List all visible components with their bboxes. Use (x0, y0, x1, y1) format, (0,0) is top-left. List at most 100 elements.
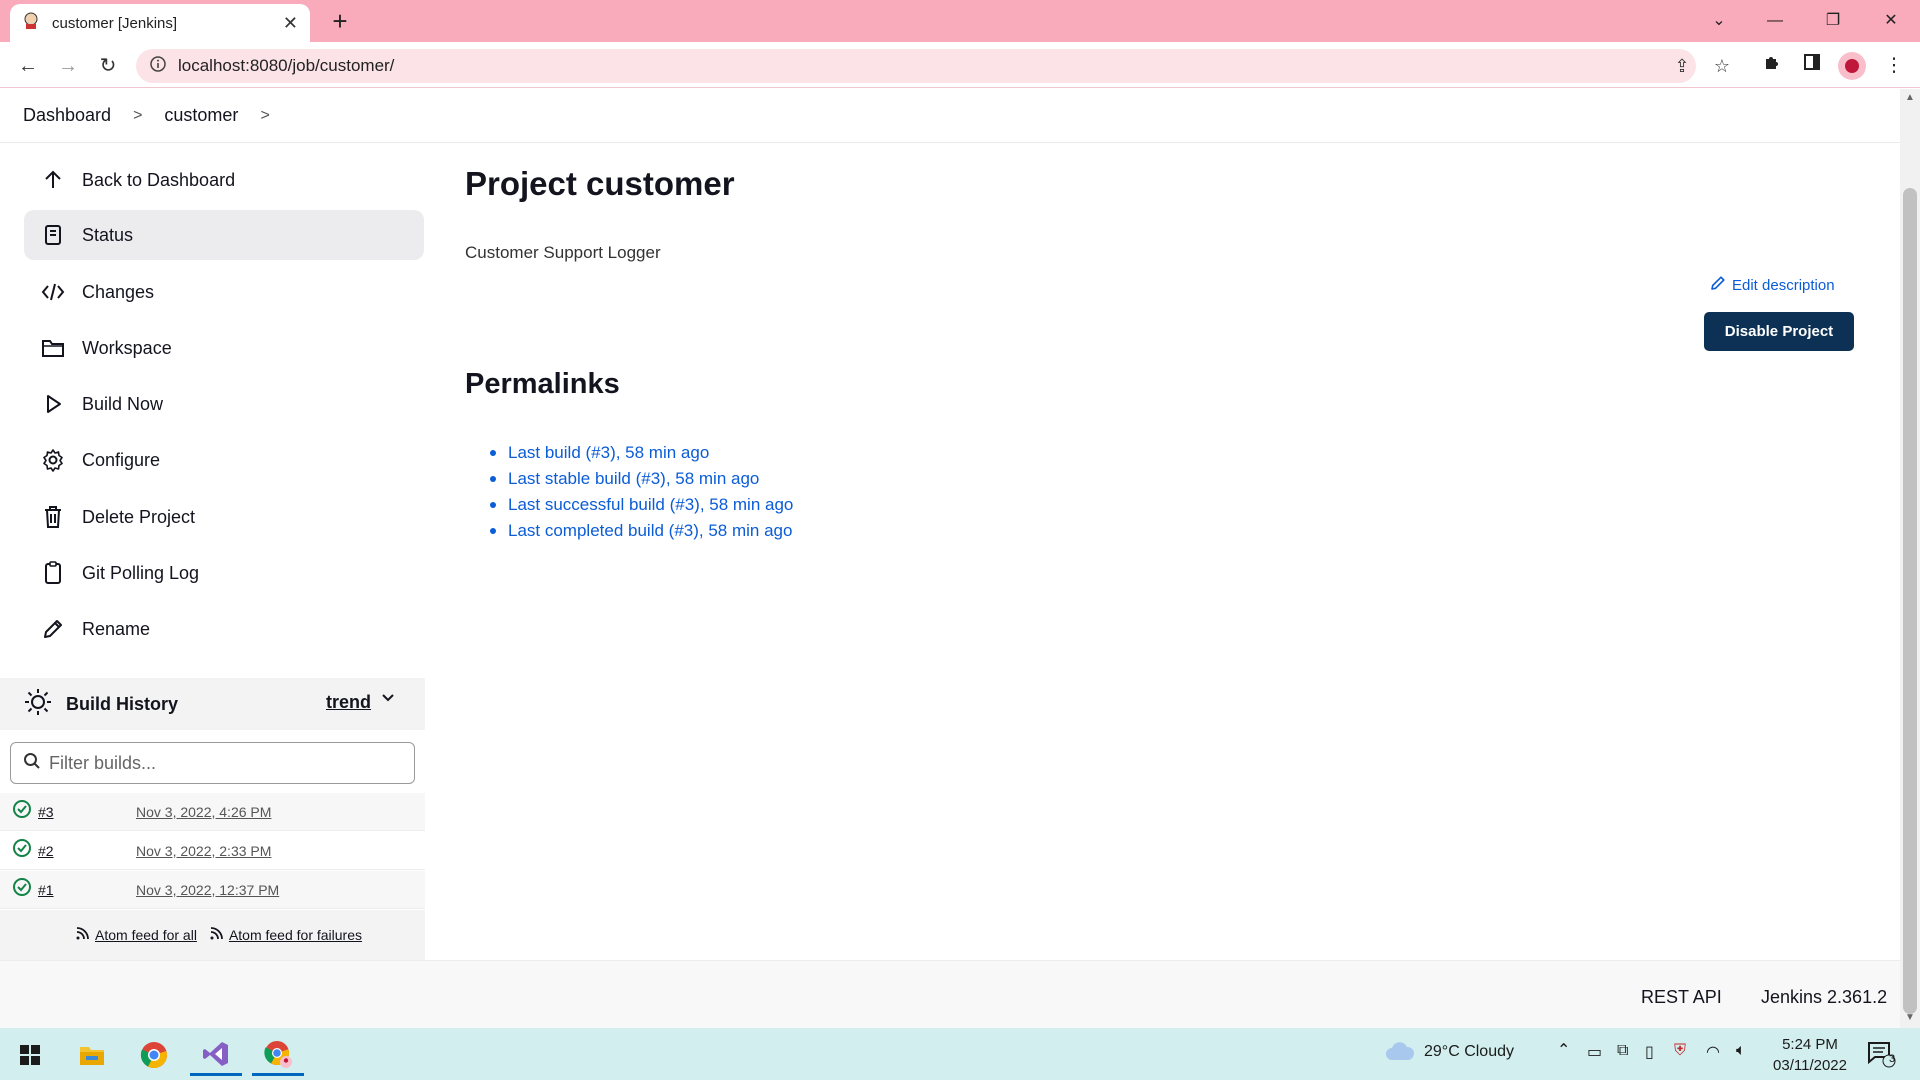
play-icon (40, 391, 66, 417)
sidebar-item-delete-project[interactable]: Delete Project (24, 492, 424, 542)
clock-date: 03/11/2022 (1773, 1057, 1847, 1074)
sidebar-item-status[interactable]: Status (24, 210, 424, 260)
filter-builds-field[interactable] (10, 742, 415, 784)
scrollbar-thumb[interactable] (1903, 188, 1917, 1014)
bookmark-star-icon[interactable]: ☆ (1708, 52, 1736, 80)
jenkins-version-link[interactable]: Jenkins 2.361.2 (1761, 987, 1887, 1008)
address-bar[interactable]: localhost:8080/job/customer/ (136, 49, 1696, 83)
build-number-link[interactable]: #2 (38, 843, 128, 859)
scroll-up-arrow-icon[interactable]: ▲ (1900, 92, 1920, 108)
sidebar-item-label: Configure (82, 449, 161, 470)
build-number-link[interactable]: #3 (38, 804, 128, 820)
breadcrumb: Dashboard > customer > (0, 89, 1900, 143)
edit-description-link[interactable]: Edit description (1710, 275, 1835, 295)
breadcrumb-dashboard[interactable]: Dashboard (23, 105, 111, 126)
sidebar-item-configure[interactable]: Configure (24, 435, 424, 485)
gear-icon (40, 447, 66, 473)
side-panel-icon[interactable] (1796, 50, 1828, 82)
build-row[interactable]: #1 Nov 3, 2022, 12:37 PM (0, 871, 425, 909)
jenkins-favicon-icon (22, 12, 40, 35)
rss-feed-icon (75, 925, 91, 945)
sidebar-item-label: Rename (82, 618, 151, 639)
reload-icon[interactable]: ↻ (92, 50, 124, 82)
pencil-icon (1710, 275, 1726, 295)
sidebar-item-label: Delete Project (82, 506, 196, 527)
tab-title: customer [Jenkins] (52, 14, 178, 32)
sidebar-item-changes[interactable]: Changes (24, 267, 424, 317)
clock-time: 5:24 PM (1782, 1036, 1838, 1053)
security-shield-icon[interactable]: ⛨ (1674, 1042, 1686, 1060)
build-row[interactable]: #2 Nov 3, 2022, 2:33 PM (0, 832, 425, 870)
build-date-link[interactable]: Nov 3, 2022, 4:26 PM (136, 804, 271, 820)
permalink-last-stable-build[interactable]: Last stable build (#3), 58 min ago (490, 466, 793, 492)
weather-cloud-icon[interactable] (1384, 1040, 1416, 1067)
chrome-icon[interactable] (128, 1034, 180, 1076)
permalink-last-successful-build[interactable]: Last successful build (#3), 58 min ago (490, 492, 793, 518)
tab-close-icon[interactable]: ✕ (283, 13, 298, 34)
pencil-icon (40, 616, 66, 642)
browser-tab[interactable]: customer [Jenkins] ✕ (10, 4, 310, 42)
sidebar-item-workspace[interactable]: Workspace (24, 323, 424, 373)
site-info-icon[interactable] (150, 55, 166, 77)
trend-link[interactable]: trend (326, 692, 371, 713)
chevron-right-icon[interactable]: > (260, 107, 269, 125)
build-date-link[interactable]: Nov 3, 2022, 2:33 PM (136, 843, 271, 859)
sidebar-item-label: Build Now (82, 393, 164, 414)
close-window-button[interactable]: ✕ (1868, 6, 1914, 36)
sidebar-item-label: Git Polling Log (82, 562, 200, 583)
volume-icon[interactable]: 🔈︎ (1736, 1042, 1746, 1060)
sidebar-item-label: Back to Dashboard (82, 169, 236, 190)
sidebar-item-rename[interactable]: Rename (24, 604, 424, 654)
minimize-button[interactable]: — (1752, 6, 1798, 36)
build-date-link[interactable]: Nov 3, 2022, 12:37 PM (136, 882, 279, 898)
profile-avatar[interactable] (1838, 52, 1866, 80)
usb-device-icon[interactable]: ▯ (1645, 1042, 1654, 1062)
sidebar-item-label: Changes (82, 281, 155, 302)
sidebar-item-label: Workspace (82, 337, 172, 358)
success-check-icon (12, 877, 32, 902)
sidebar-item-build-now[interactable]: Build Now (24, 379, 424, 429)
wifi-icon[interactable]: ◠ (1706, 1042, 1720, 1062)
permalink-last-completed-build[interactable]: Last completed build (#3), 58 min ago (490, 518, 793, 544)
permalinks-list: Last build (#3), 58 min ago Last stable … (490, 440, 793, 544)
permalink-last-build[interactable]: Last build (#3), 58 min ago (490, 440, 793, 466)
chevron-down-icon[interactable] (380, 690, 396, 711)
arrow-up-icon (40, 167, 66, 193)
system-clock[interactable]: 5:24 PM 03/11/2022 (1768, 1034, 1852, 1076)
atom-feed-failures-link[interactable]: Atom feed for failures (229, 927, 362, 943)
scroll-down-arrow-icon[interactable]: ▼ (1900, 1012, 1920, 1028)
sidebar-item-git-polling-log[interactable]: Git Polling Log (24, 548, 424, 598)
weather-text[interactable]: 29°C Cloudy (1424, 1043, 1514, 1061)
breadcrumb-customer[interactable]: customer (164, 105, 238, 126)
new-tab-button[interactable]: + (325, 6, 355, 36)
tab-search-icon[interactable]: ⌄ (1696, 6, 1742, 36)
meet-now-icon[interactable]: ⧉ (1617, 1042, 1628, 1060)
browser-menu-icon[interactable]: ⋮ (1878, 50, 1910, 82)
disable-project-button[interactable]: Disable Project (1704, 312, 1854, 351)
extensions-puzzle-icon[interactable] (1756, 50, 1788, 82)
share-icon[interactable]: ⇪ (1668, 52, 1696, 80)
filter-builds-input[interactable] (49, 752, 389, 774)
rest-api-link[interactable]: REST API (1641, 987, 1722, 1008)
build-number-link[interactable]: #1 (38, 882, 128, 898)
forward-arrow-icon[interactable]: → (52, 50, 84, 82)
atom-feed-all-link[interactable]: Atom feed for all (95, 927, 197, 943)
chevron-right-icon[interactable]: > (133, 107, 142, 125)
permalinks-heading: Permalinks (465, 368, 620, 400)
sidebar-item-back-to-dashboard[interactable]: Back to Dashboard (24, 155, 424, 205)
folder-icon (40, 335, 66, 361)
windows-start-icon[interactable] (4, 1034, 56, 1076)
notification-center-icon[interactable]: 3 (1866, 1040, 1902, 1070)
url-text: localhost:8080/job/customer/ (178, 56, 395, 75)
back-arrow-icon[interactable]: ← (12, 50, 44, 82)
battery-icon[interactable]: ▭ (1587, 1042, 1602, 1062)
visual-studio-icon[interactable] (190, 1034, 242, 1076)
file-explorer-icon[interactable] (66, 1034, 118, 1076)
restore-button[interactable]: ❐ (1810, 6, 1856, 36)
rss-feed-icon (209, 925, 225, 945)
show-hidden-icons-chevron-icon[interactable]: ⌃ (1557, 1040, 1570, 1060)
page-title: Project customer (465, 165, 735, 202)
chrome-profile-icon[interactable] (252, 1034, 304, 1076)
build-row[interactable]: #3 Nov 3, 2022, 4:26 PM (0, 793, 425, 831)
edit-description-label: Edit description (1732, 276, 1835, 294)
